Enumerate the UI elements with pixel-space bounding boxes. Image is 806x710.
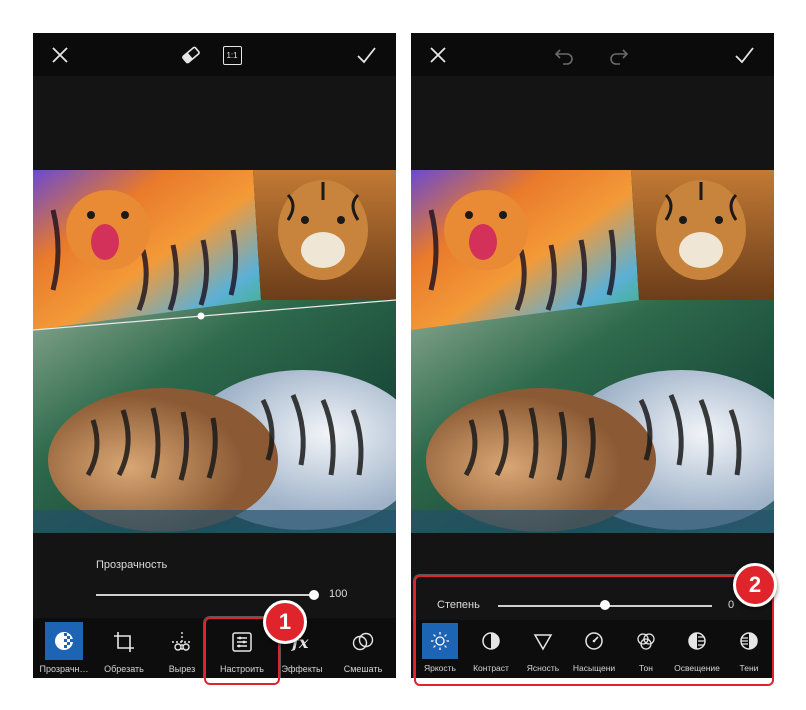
tool-label: Обрезать — [104, 664, 144, 674]
close-icon[interactable] — [47, 42, 73, 68]
tool-crop[interactable]: Обрезать — [92, 618, 156, 678]
checkmark-icon[interactable] — [353, 42, 379, 68]
redo-icon[interactable] — [606, 42, 632, 68]
top-bar: 1:1 — [33, 33, 396, 76]
aspect-ratio-button[interactable]: 1:1 — [219, 42, 245, 68]
step-badge-2: 2 — [733, 563, 777, 607]
cutout-icon — [167, 627, 197, 657]
blend-icon — [348, 627, 378, 657]
tool-blend[interactable]: Смешать — [331, 618, 395, 678]
checkmark-icon[interactable] — [731, 42, 757, 68]
step-badge-1: 1 — [263, 600, 307, 644]
slider-track[interactable] — [96, 594, 314, 596]
tigers-photo — [33, 300, 396, 533]
collage-image[interactable] — [411, 170, 774, 533]
undo-icon[interactable] — [551, 42, 577, 68]
opacity-label: Прозрачность — [96, 559, 168, 571]
transparency-icon — [45, 622, 83, 660]
crop-icon — [109, 627, 139, 657]
top-bar — [411, 33, 774, 76]
tool-label: Смешать — [343, 664, 383, 674]
tigers-photo-top — [411, 170, 774, 330]
tigers-photo — [411, 300, 774, 533]
aspect-ratio-label: 1:1 — [222, 45, 242, 65]
eraser-icon[interactable] — [178, 42, 204, 68]
tool-transparency[interactable]: Прозрачн… — [33, 618, 96, 678]
collage-image[interactable] — [33, 170, 396, 533]
close-icon[interactable] — [425, 42, 451, 68]
adjust-panel-highlight-frame — [414, 575, 774, 686]
tool-label: Прозрачн… — [39, 664, 89, 674]
slider-thumb[interactable] — [309, 590, 319, 600]
opacity-value: 100 — [329, 588, 348, 600]
tigers-photo-top — [33, 170, 396, 331]
left-screen: 1:1 Прозрачность 100 Прозрачн… Обрезать … — [33, 33, 396, 678]
